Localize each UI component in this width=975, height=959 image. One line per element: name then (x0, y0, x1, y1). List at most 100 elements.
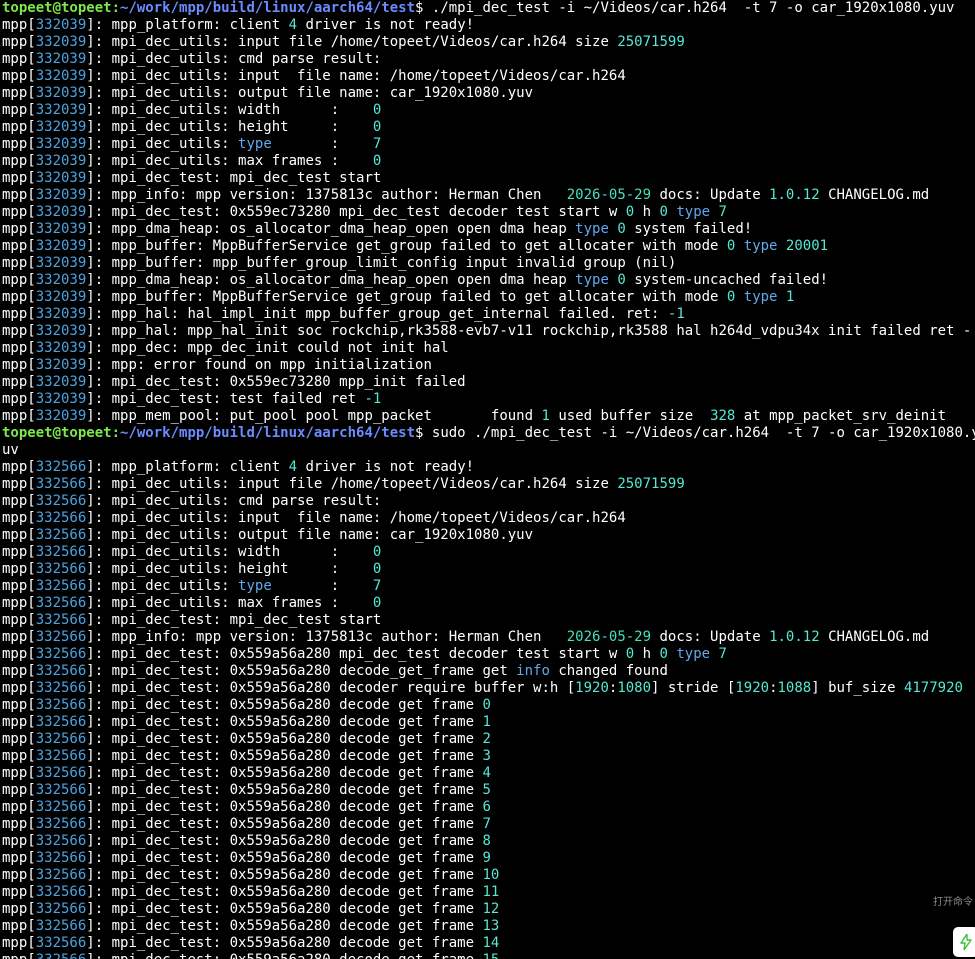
number-token: 13 (482, 918, 500, 934)
log-line: mpp[332039]: mpp: error found on mpp ini… (0, 357, 975, 374)
log-prefix-close: ] (86, 884, 95, 900)
log-text: : mpi_dec_utils: width : (94, 102, 373, 118)
log-text: docs: Update (651, 187, 770, 203)
log-prefix-close: ] (86, 238, 95, 254)
log-line: mpp[332039]: mpi_dec_utils: output file … (0, 85, 975, 102)
number-token: 7 (372, 136, 382, 152)
log-text: : mpp_platform: client (94, 17, 289, 33)
log-pid: 332039 (35, 408, 87, 424)
log-prefix: mpp[ (2, 34, 36, 50)
number-token: 20001 (785, 238, 829, 254)
log-prefix-close: ] (86, 561, 95, 577)
log-prefix: mpp[ (2, 646, 36, 662)
log-prefix: mpp[ (2, 17, 36, 33)
log-text: : mpi_dec_test: 0x559a56a280 decode get … (94, 884, 483, 900)
log-pid: 332039 (35, 85, 87, 101)
log-prefix: mpp[ (2, 884, 36, 900)
log-pid: 332566 (35, 680, 87, 696)
number-token: 4 (288, 459, 298, 475)
log-prefix: mpp[ (2, 816, 36, 832)
log-prefix: mpp[ (2, 476, 36, 492)
log-prefix: mpp[ (2, 935, 36, 951)
log-pid: 332566 (35, 510, 87, 526)
log-line: mpp[332566]: mpi_dec_test: 0x559a56a280 … (0, 748, 975, 765)
log-line: mpp[332039]: mpi_dec_test: 0x559ec73280 … (0, 374, 975, 391)
log-pid: 332566 (35, 578, 87, 594)
log-prefix: mpp[ (2, 561, 36, 577)
number-token: 3 (482, 748, 491, 764)
prompt-user: topeet@topeet (2, 425, 112, 441)
number-token: -1 (364, 391, 382, 407)
log-prefix-close: ] (86, 85, 95, 101)
log-pid: 332566 (35, 697, 87, 713)
terminal-output[interactable]: topeet@topeet:~/work/mpp/build/linux/aar… (0, 0, 975, 959)
log-text: : mpp_dma_heap: os_allocator_dma_heap_op… (94, 272, 576, 288)
log-pid: 332566 (35, 884, 87, 900)
log-pid: 332039 (35, 357, 87, 373)
log-pid: 332039 (35, 51, 87, 67)
log-prefix-close: ] (86, 306, 95, 322)
number-token: 9 (482, 850, 491, 866)
prompt-command: sudo ./mpi_dec_test -i ~/Videos/car.h264… (423, 425, 975, 441)
log-text: : mpi_dec_test: 0x559a56a280 decode get … (94, 816, 483, 832)
log-text: : mpi_dec_test: 0x559a56a280 decode get … (94, 918, 483, 934)
log-text: : mpi_dec_test: 0x559a56a280 decode get … (95, 952, 483, 959)
log-prefix: mpp[ (2, 901, 36, 917)
log-prefix: mpp[ (2, 663, 36, 679)
log-text: : mpi_dec_test: 0x559ec73280 mpp_init fa… (94, 374, 466, 390)
keyword-token: type (676, 646, 711, 662)
log-prefix-close: ] (86, 476, 95, 492)
log-prefix: mpp[ (2, 136, 36, 152)
log-prefix: mpp[ (2, 102, 36, 118)
log-pid: 332039 (35, 238, 87, 254)
log-prefix-close: ] (86, 748, 95, 764)
keyword-token: type (676, 204, 711, 220)
log-prefix-close: ] (86, 289, 95, 305)
log-prefix-close: ] (86, 867, 95, 883)
log-prefix-close: ] (86, 153, 95, 169)
log-text: : mpi_dec_test: mpi_dec_test start (94, 170, 382, 186)
log-pid: 332039 (35, 272, 87, 288)
log-pid: 332039 (35, 136, 87, 152)
log-text: : mpp_hal: hal_impl_init mpp_buffer_grou… (94, 306, 668, 322)
log-text: : mpi_dec_test: 0x559a56a280 mpi_dec_tes… (94, 646, 626, 662)
log-text: : mpi_dec_utils: width : (94, 544, 373, 560)
log-line: mpp[332039]: mpi_dec_utils: width : 0 (0, 102, 975, 119)
log-pid: 332039 (35, 119, 87, 135)
log-prefix-close: ] (86, 408, 95, 424)
log-text: : mpi_dec_test: mpi_dec_test start (94, 612, 382, 628)
number-token: 11 (482, 884, 500, 900)
log-text: h (634, 204, 660, 220)
log-pid: 332039 (35, 170, 87, 186)
log-line: mpp[332039]: mpi_dec_test: 0x559ec73280 … (0, 204, 975, 221)
log-pid: 332566 (35, 459, 87, 475)
log-text: : mpi_dec_test: 0x559a56a280 decode get … (94, 731, 483, 747)
log-prefix-close: ] (86, 102, 95, 118)
log-line: mpp[332039]: mpi_dec_utils: max frames :… (0, 153, 975, 170)
log-pid: 332566 (35, 544, 87, 560)
log-prefix-close: ] (86, 510, 95, 526)
quick-action-button[interactable] (953, 927, 975, 957)
prompt-separator: : (111, 425, 121, 441)
log-line: mpp[332039]: mpi_dec_utils: input file /… (0, 34, 975, 51)
log-prefix: mpp[ (2, 187, 36, 203)
log-prefix: mpp[ (2, 391, 36, 407)
log-pid: 332566 (35, 663, 87, 679)
log-line: mpp[332566]: mpi_dec_test: 0x559a56a280 … (0, 646, 975, 663)
log-prefix: mpp[ (2, 765, 36, 781)
log-text: : mpi_dec_utils: output file name: car_1… (94, 527, 534, 543)
log-prefix: mpp[ (2, 323, 36, 339)
log-line: mpp[332039]: mpi_dec_test: test failed r… (0, 391, 975, 408)
keyword-token: type (238, 578, 272, 594)
log-line: mpp[332566]: mpi_dec_utils: height : 0 (0, 561, 975, 578)
log-line: mpp[332039]: mpi_dec_utils: height : 0 (0, 119, 975, 136)
log-text: : mpi_dec_test: 0x559a56a280 decode get … (94, 935, 483, 951)
log-pid: 332039 (35, 221, 87, 237)
log-prefix: mpp[ (2, 153, 36, 169)
log-prefix-close: ] (86, 901, 95, 917)
number-token: 1920 (735, 680, 770, 696)
log-line: mpp[332566]: mpi_dec_test: 0x559a56a280 … (0, 714, 975, 731)
log-pid: 332566 (35, 765, 87, 781)
